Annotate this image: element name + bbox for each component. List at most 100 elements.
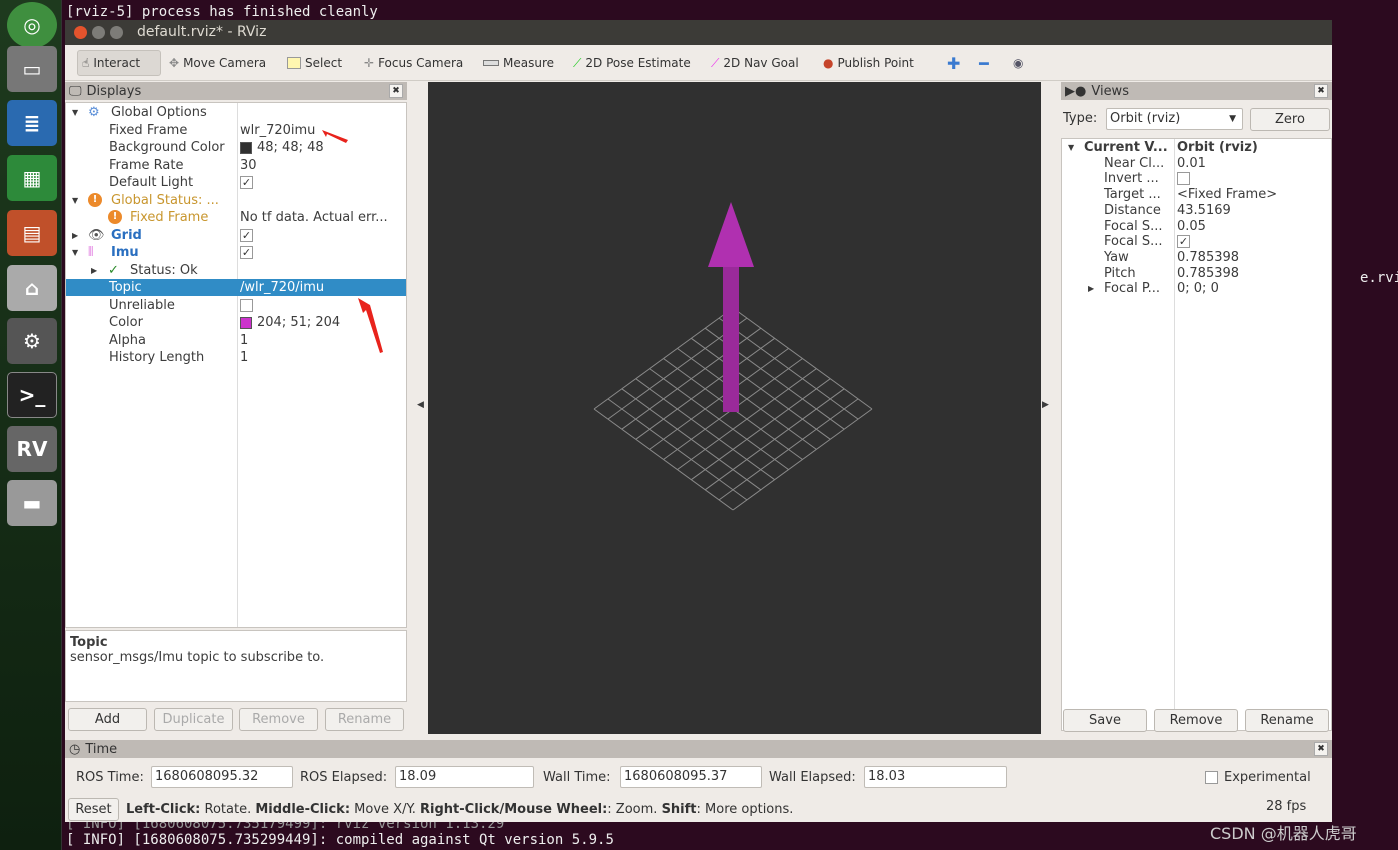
display-row[interactable]: ▼ ⫴ Imu ✓ [66, 244, 406, 261]
property-value[interactable] [1177, 171, 1190, 187]
display-row[interactable]: History Length 1 [66, 349, 406, 366]
property-value[interactable]: Orbit (rviz) [1177, 140, 1258, 156]
expand-icon[interactable]: ▶ [72, 227, 78, 244]
add-button[interactable]: Add [68, 708, 147, 731]
view-row[interactable]: Focal S... ✓ [1062, 234, 1331, 250]
writer-icon[interactable]: ≣ [7, 100, 57, 146]
view-row[interactable]: Distance 43.5169 [1062, 203, 1331, 219]
publish-point-button[interactable]: ● Publish Point [819, 50, 918, 76]
save-button[interactable]: Save [1063, 709, 1147, 732]
view-row[interactable]: ▶ Focal P... 0; 0; 0 [1062, 281, 1331, 297]
duplicate-button[interactable]: Duplicate [154, 708, 233, 731]
checkbox[interactable] [1177, 172, 1190, 186]
expand-icon[interactable]: ▼ [72, 104, 78, 121]
reset-button[interactable]: Reset [68, 798, 119, 821]
checkbox[interactable] [240, 298, 253, 312]
2d-pose-estimate-button[interactable]: ⟋ 2D Pose Estimate [569, 50, 695, 76]
view-row[interactable]: Target ... <Fixed Frame> [1062, 187, 1331, 203]
expand-icon[interactable]: ▼ [1068, 140, 1074, 156]
display-row[interactable]: Background Color 48; 48; 48 [66, 139, 406, 156]
property-value[interactable]: ✓ [240, 227, 253, 244]
display-row[interactable]: ▼! Global Status: ... [66, 192, 406, 209]
display-row[interactable]: ▼ ⚙ Global Options [66, 104, 406, 121]
view-type-select[interactable]: Orbit (rviz) ▼ [1106, 108, 1243, 130]
property-value[interactable]: 0; 0; 0 [1177, 281, 1219, 297]
remove-button[interactable]: Remove [239, 708, 318, 731]
view-row[interactable]: ▼ Current V... Orbit (rviz) [1062, 140, 1331, 156]
display-row[interactable]: Topic/wlr_720/imu [66, 279, 406, 296]
maximize-icon[interactable] [110, 26, 123, 39]
wall-time-field[interactable]: 1680608095.37 [620, 766, 762, 788]
property-value[interactable]: 30 [240, 157, 257, 174]
settings-icon[interactable]: ⚙ [7, 318, 57, 364]
checkbox[interactable]: ✓ [240, 246, 253, 259]
files-icon[interactable]: ▭ [7, 46, 57, 92]
property-value[interactable] [240, 297, 253, 314]
zero-button[interactable]: Zero [1250, 108, 1330, 131]
software-icon[interactable]: ⌂ [7, 265, 57, 311]
display-row[interactable]: Frame Rate 30 [66, 157, 406, 174]
collapse-right-icon[interactable]: ▶ [1042, 400, 1049, 410]
display-row[interactable]: Default Light ✓ [66, 174, 406, 191]
rename-button[interactable]: Rename [325, 708, 404, 731]
terminal-icon[interactable]: >_ [7, 372, 57, 418]
display-row[interactable]: ! Fixed Frame No tf data. Actual err... [66, 209, 406, 226]
property-value[interactable]: ✓ [1177, 234, 1190, 250]
property-value[interactable]: 0.785398 [1177, 250, 1239, 266]
property-value[interactable]: 43.5169 [1177, 203, 1231, 219]
display-row[interactable]: Alpha 1 [66, 332, 406, 349]
close-icon[interactable]: ✖ [1314, 742, 1328, 756]
ros-time-field[interactable]: 1680608095.32 [151, 766, 293, 788]
checkbox[interactable]: ✓ [1177, 235, 1190, 249]
checkbox[interactable]: ✓ [240, 228, 253, 242]
property-value[interactable]: ✓ [240, 174, 253, 191]
property-value[interactable]: 0.01 [1177, 156, 1206, 172]
property-value[interactable]: 1 [240, 349, 248, 366]
expand-icon[interactable]: ▼ [72, 244, 78, 261]
display-row[interactable]: ▶ 👁 Grid ✓ [66, 227, 406, 244]
expand-icon[interactable]: ▼ [72, 192, 78, 209]
ubuntu-icon[interactable]: ◎ [7, 2, 57, 48]
focus-camera-button[interactable]: ✛ Focus Camera [360, 50, 467, 76]
expand-icon[interactable]: ▶ [91, 262, 97, 279]
collapse-left-icon[interactable]: ◀ [417, 400, 424, 410]
move-camera-button[interactable]: ✥ Move Camera [165, 50, 270, 76]
property-value[interactable]: 204; 51; 204 [240, 314, 340, 331]
view-row[interactable]: Pitch 0.785398 [1062, 266, 1331, 282]
property-value[interactable]: 48; 48; 48 [240, 139, 324, 156]
view-row[interactable]: Near Cl... 0.01 [1062, 156, 1331, 172]
view-row[interactable]: Focal S... 0.05 [1062, 219, 1331, 235]
close-icon[interactable]: ✖ [1314, 84, 1328, 98]
ros-elapsed-field[interactable]: 18.09 [395, 766, 534, 788]
close-icon[interactable]: ✖ [389, 84, 403, 98]
wall-elapsed-field[interactable]: 18.03 [864, 766, 1007, 788]
property-value[interactable]: wlr_720imu [240, 122, 315, 139]
rviz-icon[interactable]: RV [7, 426, 57, 472]
remove-tool-icon[interactable]: ━ [975, 50, 993, 76]
property-value[interactable]: ✓ [240, 244, 253, 261]
drive-icon[interactable]: ▬ [7, 480, 57, 526]
2d-nav-goal-button[interactable]: ⟋ 2D Nav Goal [707, 50, 803, 76]
view-row[interactable]: Invert ... [1062, 171, 1331, 187]
display-row[interactable]: Unreliable [66, 297, 406, 314]
property-value[interactable]: /wlr_720/imu [240, 279, 324, 296]
eye-icon[interactable]: ◉ [1009, 50, 1027, 76]
select-button[interactable]: Select [283, 50, 346, 76]
property-value[interactable]: No tf data. Actual err... [240, 209, 388, 226]
display-row[interactable]: Fixed Frame wlr_720imu [66, 122, 406, 139]
calc-icon[interactable]: ▦ [7, 155, 57, 201]
minimize-icon[interactable] [92, 26, 105, 39]
add-tool-icon[interactable]: ✚ [943, 50, 964, 76]
remove-view-button[interactable]: Remove [1154, 709, 1238, 732]
view-row[interactable]: Yaw 0.785398 [1062, 250, 1331, 266]
measure-button[interactable]: Measure [479, 50, 558, 76]
rename-view-button[interactable]: Rename [1245, 709, 1329, 732]
display-row[interactable]: Color 204; 51; 204 [66, 314, 406, 331]
3d-viewport[interactable] [428, 82, 1041, 734]
display-row[interactable]: ▶ ✓ Status: Ok [66, 262, 406, 279]
expand-icon[interactable]: ▶ [1088, 281, 1094, 297]
impress-icon[interactable]: ▤ [7, 210, 57, 256]
property-value[interactable]: 0.785398 [1177, 266, 1239, 282]
property-value[interactable]: 1 [240, 332, 248, 349]
property-value[interactable]: <Fixed Frame> [1177, 187, 1277, 203]
